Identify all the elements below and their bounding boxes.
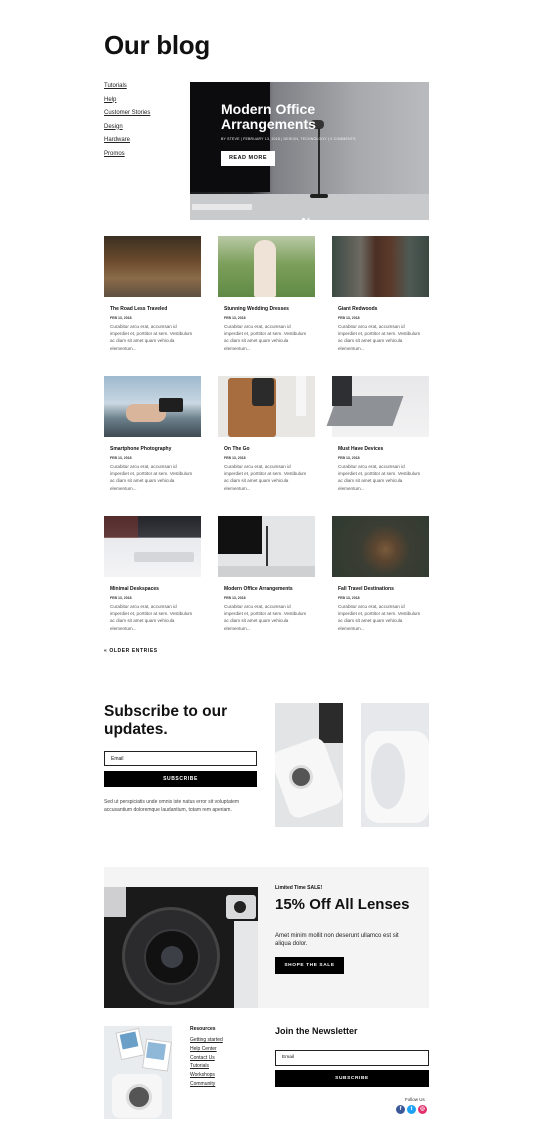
- post-card: The Road Less Traveled FEB 13, 2018 Cura…: [104, 236, 201, 352]
- post-date: FEB 13, 2018: [224, 456, 246, 460]
- post-title[interactable]: Giant Redwoods: [338, 306, 429, 313]
- post-card: On The Go FEB 13, 2018 Curabitur arcu er…: [218, 376, 315, 492]
- post-excerpt: Curabitur arcu erat, accumsan id imperdi…: [338, 604, 421, 631]
- post-card: Must Have Devices FEB 13, 2018 Curabitur…: [326, 376, 429, 492]
- subscribe-button[interactable]: SUBSCRIBE: [104, 771, 257, 787]
- post-card: Modern Office Arrangements FEB 13, 2018 …: [218, 516, 315, 632]
- subscribe-description: Sed ut perspiciatis unde omnis iste natu…: [104, 799, 240, 813]
- hero-lamp-base: [310, 194, 328, 198]
- subscribe-email-field[interactable]: Email: [104, 751, 257, 766]
- footer-link-community[interactable]: Community: [190, 1081, 223, 1090]
- post-title[interactable]: Minimal Deskspaces: [110, 586, 201, 593]
- resources-heading: Resources: [190, 1026, 216, 1032]
- older-entries-link[interactable]: « OLDER ENTRIES: [104, 648, 158, 654]
- post-thumbnail[interactable]: [218, 516, 315, 577]
- post-card: Fall Travel Destinations FEB 13, 2018 Cu…: [332, 516, 429, 632]
- post-thumbnail[interactable]: [332, 236, 429, 297]
- post-thumbnail[interactable]: [332, 516, 429, 577]
- post-date: FEB 13, 2018: [110, 456, 132, 460]
- category-design[interactable]: Design: [104, 123, 150, 137]
- slider-dots[interactable]: [302, 208, 312, 220]
- featured-post-title[interactable]: Modern Office Arrangements: [221, 102, 381, 132]
- twitter-icon[interactable]: t: [407, 1105, 416, 1114]
- post-title[interactable]: On The Go: [224, 446, 315, 453]
- category-customer-stories[interactable]: Customer Stories: [104, 109, 150, 123]
- post-card: Stunning Wedding Dresses FEB 13, 2018 Cu…: [218, 236, 315, 352]
- post-excerpt: Curabitur arcu erat, accumsan id imperdi…: [110, 464, 193, 491]
- newsletter-email-field[interactable]: Email: [275, 1050, 429, 1066]
- post-thumbnail[interactable]: [104, 516, 201, 577]
- post-date: FEB 13, 2018: [338, 316, 360, 320]
- post-title[interactable]: Modern Office Arrangements: [224, 586, 315, 593]
- instagram-icon[interactable]: ◎: [418, 1105, 427, 1114]
- category-promos[interactable]: Promos: [104, 150, 150, 164]
- category-help[interactable]: Help: [104, 96, 150, 110]
- post-date: FEB 13, 2018: [110, 596, 132, 600]
- post-title[interactable]: Stunning Wedding Dresses: [224, 306, 315, 313]
- post-date: FEB 13, 2018: [338, 456, 360, 460]
- post-excerpt: Curabitur arcu erat, accumsan id imperdi…: [338, 464, 421, 491]
- footer-link-workshops[interactable]: Workshops: [190, 1072, 223, 1081]
- footer-link-tutorials[interactable]: Tutorials: [190, 1063, 223, 1072]
- post-card: Minimal Deskspaces FEB 13, 2018 Curabitu…: [104, 516, 201, 632]
- camera-lens-image: [104, 887, 258, 1008]
- post-thumbnail[interactable]: [104, 236, 201, 297]
- instant-camera-image: [275, 703, 343, 827]
- slider-dot[interactable]: [307, 218, 310, 220]
- footer-camera-image: [104, 1026, 172, 1119]
- featured-post-meta: BY STEVE | FEBRUARY 13, 2018 | DESIGN, T…: [221, 137, 356, 141]
- post-thumbnail[interactable]: [218, 236, 315, 297]
- post-title[interactable]: Smartphone Photography: [110, 446, 201, 453]
- post-excerpt: Curabitur arcu erat, accumsan id imperdi…: [110, 604, 193, 631]
- category-tutorials[interactable]: Tutorials: [104, 82, 150, 96]
- promo-kicker: Limited Time SALE!: [275, 885, 323, 891]
- post-date: FEB 13, 2018: [338, 596, 360, 600]
- post-excerpt: Curabitur arcu erat, accumsan id imperdi…: [224, 324, 307, 351]
- footer-link-getting-started[interactable]: Getting started: [190, 1037, 223, 1046]
- shop-sale-button[interactable]: SHOPE THE SALE: [275, 957, 344, 974]
- page-title: Our blog: [104, 30, 210, 60]
- newsletter-title: Join the Newsletter: [275, 1026, 358, 1036]
- category-hardware[interactable]: Hardware: [104, 136, 150, 150]
- post-card: Smartphone Photography FEB 13, 2018 Cura…: [104, 376, 201, 492]
- post-date: FEB 13, 2018: [224, 316, 246, 320]
- subscribe-title: Subscribe to our updates.: [104, 703, 228, 738]
- post-thumbnail[interactable]: [326, 376, 429, 437]
- promo-title: 15% Off All Lenses: [275, 896, 410, 913]
- slider-dot[interactable]: [302, 218, 305, 220]
- resources-list: Getting started Help Center Contact Us T…: [190, 1037, 223, 1090]
- footer-link-help-center[interactable]: Help Center: [190, 1046, 223, 1055]
- post-title[interactable]: The Road Less Traveled: [110, 306, 201, 313]
- read-more-button[interactable]: READ MORE: [221, 151, 275, 166]
- post-excerpt: Curabitur arcu erat, accumsan id imperdi…: [338, 324, 421, 351]
- camera-side-image: [361, 703, 429, 827]
- category-list: Tutorials Help Customer Stories Design H…: [104, 82, 150, 163]
- post-thumbnail[interactable]: [104, 376, 201, 437]
- post-excerpt: Curabitur arcu erat, accumsan id imperdi…: [224, 604, 307, 631]
- follow-us-label: Follow Us: [405, 1097, 425, 1102]
- newsletter-subscribe-button[interactable]: SUBSCRIBE: [275, 1070, 429, 1087]
- post-title[interactable]: Must Have Devices: [338, 446, 429, 453]
- post-excerpt: Curabitur arcu erat, accumsan id imperdi…: [110, 324, 193, 351]
- hero-keyboard-image: [192, 204, 252, 210]
- footer-link-contact-us[interactable]: Contact Us: [190, 1055, 223, 1064]
- facebook-icon[interactable]: f: [396, 1105, 405, 1114]
- post-date: FEB 13, 2018: [224, 596, 246, 600]
- post-excerpt: Curabitur arcu erat, accumsan id imperdi…: [224, 464, 307, 491]
- post-date: FEB 13, 2018: [110, 316, 132, 320]
- featured-post-slider: Modern Office Arrangements BY STEVE | FE…: [190, 82, 429, 220]
- post-card: Giant Redwoods FEB 13, 2018 Curabitur ar…: [332, 236, 429, 352]
- post-title[interactable]: Fall Travel Destinations: [338, 586, 429, 593]
- promo-description: Amet minim mollit non deserunt ullamco e…: [275, 933, 399, 947]
- post-thumbnail[interactable]: [218, 376, 315, 437]
